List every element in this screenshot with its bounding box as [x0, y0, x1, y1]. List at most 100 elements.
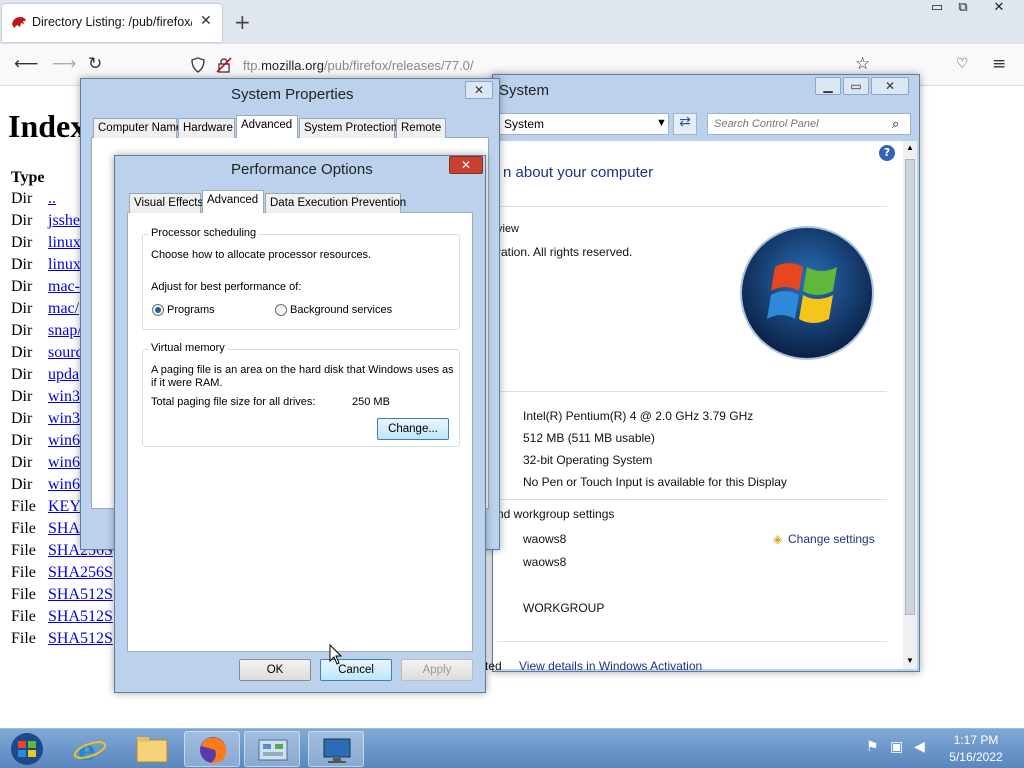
chevron-down-icon[interactable]: ▼: [656, 117, 667, 129]
close-button[interactable]: ✕: [465, 81, 493, 99]
system-control-panel-window[interactable]: System ▁ ▭ ✕ System ▼ ⇄ Search Control P…: [485, 74, 920, 673]
row-link[interactable]: snap/: [48, 322, 82, 339]
table-row: Dir linux: [11, 234, 81, 256]
table-row: File SHA256S: [11, 564, 113, 586]
programs-label[interactable]: Programs: [167, 304, 215, 316]
action-center-flag-icon[interactable]: ⚑: [866, 739, 879, 755]
table-row: Dir upda: [11, 366, 79, 388]
virtual-memory-group: Virtual memory A paging file is an area …: [142, 342, 460, 447]
shield-icon: ◈: [773, 532, 783, 546]
browser-tab[interactable]: Directory Listing: /pub/firefox/r ✕: [2, 4, 222, 42]
close-window-button[interactable]: ✕: [984, 0, 1014, 20]
search-input[interactable]: Search Control Panel ⌕: [707, 113, 911, 135]
close-button[interactable]: ✕: [449, 156, 483, 174]
system-properties-button[interactable]: [308, 731, 364, 767]
row-link[interactable]: SHA512S: [48, 608, 113, 625]
minimize-button[interactable]: ▁: [815, 77, 841, 95]
row-link[interactable]: win3: [48, 388, 80, 405]
row-link[interactable]: KEY: [48, 498, 81, 515]
help-icon[interactable]: ?: [879, 145, 895, 161]
row-type: Dir: [11, 234, 33, 251]
folder-icon: [136, 737, 168, 763]
firefox-button[interactable]: [184, 731, 240, 767]
vm-total-value: 250 MB: [352, 396, 390, 408]
row-link[interactable]: mac/: [48, 300, 79, 317]
row-link[interactable]: upda: [48, 366, 79, 383]
row-link[interactable]: win6: [48, 454, 80, 471]
browser-tab-bar: Directory Listing: /pub/firefox/r ✕ + ▭ …: [0, 0, 1024, 44]
change-settings-link[interactable]: Change settings: [788, 532, 875, 546]
tab-remote[interactable]: Remote: [396, 118, 446, 138]
row-type: Dir: [11, 256, 33, 273]
tab-visual-effects[interactable]: Visual Effects: [129, 193, 203, 213]
system-heading: n about your computer: [503, 164, 654, 181]
internet-explorer-button[interactable]: e: [62, 731, 118, 767]
row-link[interactable]: SHA256S: [48, 564, 113, 581]
background-services-label[interactable]: Background services: [290, 304, 392, 316]
file-explorer-button[interactable]: [124, 731, 180, 767]
row-link[interactable]: jsshe: [48, 212, 80, 229]
scrollbar[interactable]: ▲ ▼: [903, 141, 917, 669]
workgroup-section-heading: nd workgroup settings: [497, 507, 615, 521]
change-button[interactable]: Change...: [377, 418, 449, 440]
refresh-icon[interactable]: ⇄: [673, 113, 697, 135]
close-button[interactable]: ✕: [871, 77, 909, 95]
row-link[interactable]: win3: [48, 410, 80, 427]
tab-system-protection[interactable]: System Protection: [299, 118, 397, 138]
insecure-lock-icon[interactable]: [216, 57, 232, 73]
tab-advanced[interactable]: Advanced: [202, 190, 264, 213]
row-link[interactable]: sourc: [48, 344, 83, 361]
activation-link[interactable]: View details in Windows Activation: [519, 659, 702, 673]
back-icon[interactable]: ⟵: [14, 54, 38, 74]
ok-button[interactable]: OK: [239, 659, 311, 681]
control-panel-button[interactable]: [244, 731, 300, 767]
row-link[interactable]: win6: [48, 432, 80, 449]
firefox-icon: [200, 737, 227, 764]
network-icon[interactable]: ▣: [890, 739, 903, 755]
apply-button[interactable]: Apply: [401, 659, 473, 681]
tab-data-execution-prevention[interactable]: Data Execution Prevention: [265, 193, 406, 213]
row-type: Dir: [11, 278, 33, 295]
scrollbar-thumb[interactable]: [905, 159, 915, 615]
row-link[interactable]: win6: [48, 476, 80, 493]
reload-icon[interactable]: ↻: [88, 54, 102, 74]
menu-icon[interactable]: ≡: [992, 54, 1006, 74]
row-link[interactable]: linux: [48, 256, 81, 273]
new-tab-button[interactable]: +: [234, 10, 251, 34]
tab-advanced[interactable]: Advanced: [236, 115, 298, 138]
vm-total-label: Total paging file size for all drives:: [151, 396, 316, 408]
clock-time[interactable]: 1:17 PM: [952, 733, 1000, 747]
row-link[interactable]: SHA: [48, 520, 80, 537]
table-row: Dir snap/: [11, 322, 82, 344]
tab-hardware[interactable]: Hardware: [178, 118, 235, 138]
maximize-button[interactable]: ▭: [843, 77, 869, 95]
row-link[interactable]: mac-: [48, 278, 80, 295]
forward-icon[interactable]: ⟶: [52, 54, 76, 74]
restore-button[interactable]: ⧉: [948, 0, 978, 20]
volume-muted-icon[interactable]: ◀: [914, 739, 925, 755]
row-type: File: [11, 542, 36, 559]
computer-name-value: waows8: [523, 532, 567, 546]
shield-icon[interactable]: [190, 57, 206, 73]
clock-date[interactable]: 5/16/2022: [944, 750, 1008, 764]
address-bar[interactable]: System ▼: [497, 113, 669, 135]
vm-description-line2: if it were RAM.: [151, 377, 223, 389]
row-type: Dir: [11, 388, 33, 405]
row-link[interactable]: linux: [48, 234, 81, 251]
mouse-cursor-icon: [329, 644, 343, 665]
vm-description-line1: A paging file is an area on the hard dis…: [151, 364, 454, 376]
background-services-radio[interactable]: [275, 304, 287, 316]
tab-computer-name[interactable]: Computer Name: [93, 118, 182, 138]
tab-close-icon[interactable]: ✕: [200, 13, 212, 29]
row-link[interactable]: ..: [48, 190, 56, 207]
search-icon[interactable]: ⌕: [892, 116, 899, 132]
performance-options-dialog[interactable]: Performance Options ✕ Processor scheduli…: [114, 155, 486, 693]
row-link[interactable]: SHA512S: [48, 586, 113, 603]
row-link[interactable]: SHA512S: [48, 630, 113, 647]
pocket-icon[interactable]: ♡: [956, 56, 969, 72]
start-button[interactable]: [2, 731, 52, 767]
programs-radio[interactable]: [152, 304, 164, 316]
address-text: System: [504, 117, 545, 131]
row-type: Dir: [11, 212, 33, 229]
processor-scheduling-group: Processor scheduling Choose how to alloc…: [142, 227, 460, 330]
